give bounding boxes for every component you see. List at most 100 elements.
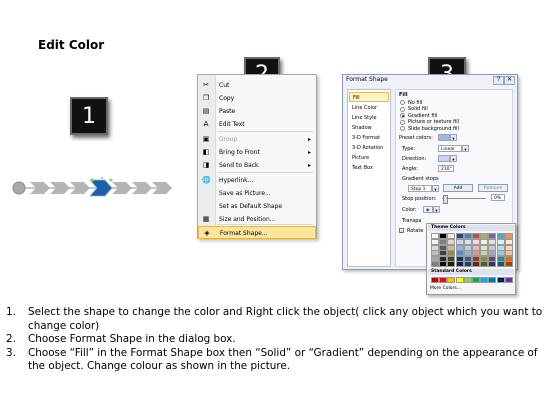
nav-item-text-box[interactable]: Text Box	[349, 163, 389, 173]
stop-position-input[interactable]: 0%	[491, 194, 505, 201]
standard-color-swatch[interactable]	[431, 277, 439, 283]
more-colors-link[interactable]: More Colors...	[430, 286, 461, 291]
edit-text-icon: A	[203, 120, 209, 128]
nav-item-shadow[interactable]: Shadow	[349, 123, 389, 133]
instruction-step: 1. Select the shape to change the color a…	[6, 306, 543, 332]
theme-shade-swatch[interactable]	[431, 261, 439, 268]
fill-section-title: Fill	[399, 92, 408, 98]
chevron-down-icon[interactable]: ▼	[433, 206, 440, 213]
dialog-nav: Fill Line Color Line Style Shadow 3-D Fo…	[347, 89, 391, 267]
menu-item-edit-text[interactable]: A Edit Text	[198, 118, 316, 131]
nav-item-3d-format[interactable]: 3-D Format	[349, 133, 389, 143]
preset-colors-swatch[interactable]	[438, 134, 450, 141]
size-position-icon: ▦	[202, 215, 210, 223]
menu-item-copy[interactable]: ❐ Copy	[198, 92, 316, 105]
theme-shade-swatch[interactable]	[463, 261, 472, 268]
standard-color-swatch[interactable]	[504, 277, 513, 283]
fill-option-radio[interactable]	[400, 126, 405, 131]
direction-swatch[interactable]	[438, 155, 450, 162]
nav-item-fill[interactable]: Fill	[349, 92, 389, 102]
chevron-down-icon[interactable]: ▼	[462, 145, 469, 152]
menu-item-save-as-picture[interactable]: Save as Picture...	[198, 187, 316, 200]
chevron-down-icon[interactable]: ▼	[450, 134, 457, 141]
color-picker-button[interactable]: ◆	[423, 206, 433, 213]
standard-color-swatch[interactable]	[472, 277, 480, 283]
standard-color-swatch[interactable]	[488, 277, 497, 283]
standard-color-swatch[interactable]	[463, 277, 472, 283]
stop-select[interactable]: Stop 1	[408, 185, 432, 192]
stop-position-slider[interactable]	[443, 195, 448, 204]
theme-shade-swatch[interactable]	[472, 261, 480, 268]
chain-start-circle[interactable]	[12, 181, 26, 195]
color-label: Color:	[402, 207, 417, 213]
menu-item-label: Paste	[219, 108, 236, 115]
menu-item-label: Send to Back	[219, 162, 259, 169]
direction-label: Direction:	[402, 156, 427, 162]
fill-option-radio[interactable]	[400, 100, 405, 105]
rotate-checkbox[interactable]: ✓	[399, 228, 404, 234]
menu-item-hyperlink[interactable]: 🌐 Hyperlink...	[198, 174, 316, 187]
fill-option-label: Solid fill	[408, 106, 428, 112]
fill-option-radio[interactable]	[400, 106, 405, 112]
page-title: Edit Color	[38, 38, 105, 52]
theme-shade-swatch[interactable]	[455, 261, 464, 268]
menu-item-label: Bring to Front	[219, 149, 260, 156]
nav-item-line-color[interactable]: Line Color	[349, 103, 389, 113]
menu-item-set-as-default-shape[interactable]: Set as Default Shape	[198, 200, 316, 213]
menu-item-label: Edit Text	[219, 121, 245, 128]
nav-item-3d-rotation[interactable]: 3-D Rotation	[349, 143, 389, 153]
menu-item-label: Cut	[219, 82, 230, 89]
theme-shade-swatch[interactable]	[496, 261, 505, 268]
paint-bucket-icon: ◆	[426, 208, 430, 213]
send-to-back-icon: ◨	[202, 161, 210, 169]
help-icon[interactable]: ?	[493, 76, 504, 85]
menu-item-label: Group	[219, 136, 238, 143]
fill-option-radio[interactable]	[400, 119, 405, 125]
fill-option-radio[interactable]	[400, 113, 405, 118]
menu-item-send-to-back[interactable]: ◨ Send to Back ▸	[198, 159, 316, 172]
preset-colors-label: Preset colors:	[399, 135, 433, 141]
chevron-right-icon: ▸	[307, 162, 311, 169]
menu-item-group[interactable]: ▣ Group ▸	[198, 133, 316, 146]
nav-item-picture[interactable]: Picture	[349, 153, 389, 163]
fill-option-label: Slide background fill	[408, 125, 459, 132]
chevron-down-icon[interactable]: ▼	[432, 185, 439, 192]
color-palette: Theme Colors Standard Colors More Colors…	[426, 223, 516, 295]
remove-stop-button[interactable]: Remove	[478, 184, 508, 192]
standard-color-swatch[interactable]	[480, 277, 489, 283]
close-icon[interactable]: ✕	[504, 76, 515, 85]
menu-item-cut[interactable]: ✂ Cut	[198, 79, 316, 92]
selection-handle-icon[interactable]	[90, 178, 94, 182]
chevron-down-icon[interactable]: ▼	[450, 155, 457, 162]
angle-input[interactable]: 210°	[438, 165, 454, 172]
menu-item-label: Format Shape...	[220, 230, 268, 237]
standard-color-swatch[interactable]	[455, 277, 464, 283]
rotate-label: Rotate	[407, 228, 424, 234]
menu-item-paste[interactable]: ▤ Paste	[198, 105, 316, 118]
theme-shade-swatch[interactable]	[504, 261, 513, 268]
add-stop-button[interactable]: Add	[443, 184, 473, 192]
arrow-chain[interactable]	[10, 177, 180, 199]
instruction-step: 3. Choose “Fill” in the Format Shape box …	[6, 346, 538, 373]
standard-color-swatch[interactable]	[447, 277, 456, 283]
fill-option-label: No fill	[408, 99, 423, 106]
chevron-right-icon: ▸	[307, 149, 311, 156]
theme-shade-swatch[interactable]	[488, 261, 497, 268]
theme-shade-swatch[interactable]	[480, 261, 489, 268]
standard-color-swatch[interactable]	[496, 277, 505, 283]
angle-label: Angle:	[402, 166, 418, 172]
theme-shade-swatch[interactable]	[447, 261, 456, 268]
menu-item-label: Set as Default Shape	[219, 203, 283, 210]
instructions-list: 1. Select the shape to change the color a…	[6, 306, 554, 374]
menu-item-bring-to-front[interactable]: ◧ Bring to Front ▸	[198, 146, 316, 159]
stop-position-track	[442, 198, 486, 199]
theme-shade-swatch[interactable]	[439, 261, 448, 268]
gradient-stops-label: Gradient stops	[402, 176, 439, 182]
menu-item-format-shape[interactable]: ◈ Format Shape...	[198, 226, 316, 239]
selection-handle-icon[interactable]	[109, 178, 113, 182]
nav-item-line-style[interactable]: Line Style	[349, 113, 389, 123]
standard-color-swatch[interactable]	[439, 277, 448, 283]
type-select[interactable]: Linear	[438, 145, 462, 152]
stop-position-label: Stop position:	[402, 196, 437, 202]
rotation-handle-icon[interactable]	[100, 177, 104, 179]
